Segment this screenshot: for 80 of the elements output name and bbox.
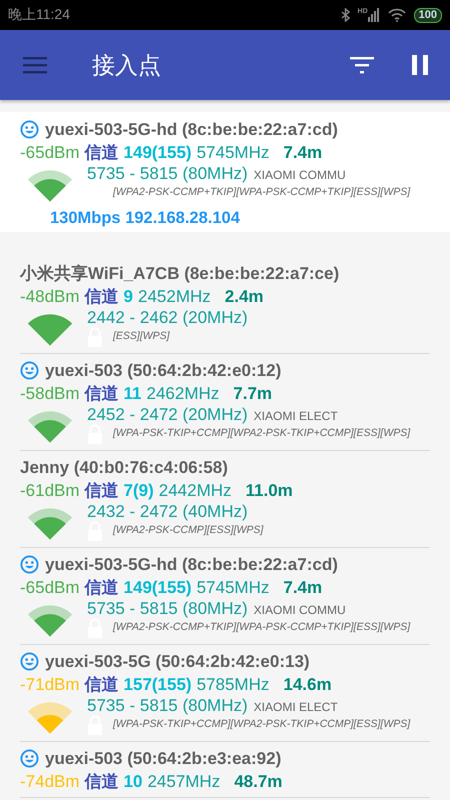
distance: 11.0m <box>246 480 293 500</box>
signal-strength: -65dBm <box>20 142 80 162</box>
signal-icon <box>368 8 380 22</box>
network-name: Jenny (40:b0:76:c4:06:58) <box>20 458 228 478</box>
access-point-row[interactable]: Jenny (40:b0:76:c4:06:58) -61dBm 信道 7(9) 2442MHz 11.0m 2432 - 2472 (40MHz) [WPA2-PSK-CCMP][ESS][WPS] <box>20 451 430 548</box>
security-capabilities: [WPA2-PSK-CCMP][ESS][WPS] <box>113 524 264 536</box>
vendor-name: XIAOMI COMMU <box>254 168 346 182</box>
distance: 2.4m <box>224 286 264 306</box>
frequency: 2452MHz <box>138 286 211 306</box>
vendor-name: XIAOMI COMMU <box>254 603 346 617</box>
signal-strength: -61dBm <box>20 480 80 500</box>
security-capabilities: [ESS][WPS] <box>113 330 170 342</box>
channel-number: 157(155) <box>124 674 192 694</box>
wifi-signal-icon <box>28 312 72 348</box>
vendor-name: XIAOMI ELECT <box>254 700 338 714</box>
signal-strength: -71dBm <box>20 674 80 694</box>
frequency: 5745MHz <box>196 142 270 162</box>
channel-number: 11 <box>124 384 142 404</box>
wifi-signal-icon <box>28 409 72 445</box>
frequency-range: 2442 - 2462 (20MHz) <box>87 308 248 328</box>
channel-label: 信道 <box>84 577 119 599</box>
access-point-row[interactable]: yuexi-503 (50:64:2b:e3:ea:92) -74dBm 信道 10 2457MHz 48.7m <box>20 742 430 798</box>
channel-number: 149(155) <box>124 578 192 598</box>
access-point-row[interactable]: yuexi-503-5G-hd (8c:be:be:22:a7:cd) -65dBm 信道 149(155) 5745MHz 7.4m 5735 - 5815 (80MHz) XIAOMI COMMU [WPA2-PSK-CCMP+TKIP][WPA-PSK-CCMP+TKIP][ESS][WPS] 130Mbps 192.168.28.104 <box>0 112 450 232</box>
wifi-signal-icon <box>28 603 72 639</box>
distance: 48.7m <box>234 772 282 792</box>
wifi-signal-icon <box>28 506 72 542</box>
channel-label: 信道 <box>84 674 119 696</box>
network-name: yuexi-503 (50:64:2b:e3:ea:92) <box>45 748 282 768</box>
access-point-row[interactable]: 小米共享WiFi_A7CB (8e:be:be:22:a7:ce) -48dBm 信道 9 2452MHz 2.4m 2442 - 2462 (20MHz) [ESS][WPS] <box>20 257 430 354</box>
frequency: 5785MHz <box>196 674 270 694</box>
frequency: 2457MHz <box>147 772 220 792</box>
channel-number: 149(155) <box>124 142 192 162</box>
channel-label: 信道 <box>84 142 119 164</box>
frequency: 5745MHz <box>196 578 270 598</box>
distance: 14.6m <box>283 674 332 694</box>
security-capabilities: [WPA-PSK-TKIP+CCMP][WPA2-PSK-TKIP+CCMP][ESS][WPS] <box>113 427 410 439</box>
channel-number: 9 <box>124 286 133 306</box>
distance: 7.4m <box>283 578 322 598</box>
channel-label: 信道 <box>84 383 119 405</box>
security-capabilities: [WPA2-PSK-CCMP+TKIP][WPA-PSK-CCMP+TKIP][ESS][WPS] <box>113 621 410 633</box>
wifi-icon <box>388 8 406 22</box>
security-capabilities: [WPA-PSK-TKIP+CCMP][WPA2-PSK-TKIP+CCMP][ESS][WPS] <box>113 718 410 730</box>
signal-strength: -74dBm <box>20 772 80 792</box>
network-name: yuexi-503-5G-hd (8c:be:be:22:a7:cd) <box>45 554 338 574</box>
channel-label: 信道 <box>84 286 119 308</box>
pause-button[interactable] <box>412 55 428 75</box>
channel-number: 7(9) <box>124 480 154 500</box>
frequency: 2442MHz <box>158 480 232 500</box>
screen-title: 接入点 <box>92 50 162 80</box>
security-capabilities: [WPA2-PSK-CCMP+TKIP][WPA-PSK-CCMP+TKIP][ESS][WPS] <box>113 186 410 198</box>
network-name: yuexi-503 (50:64:2b:42:e0:12) <box>45 360 282 380</box>
network-name: yuexi-503-5G-hd (8c:be:be:22:a7:cd) <box>45 120 338 140</box>
frequency-range: 5735 - 5815 (80MHz) <box>87 599 248 619</box>
access-point-row[interactable]: yuexi-503-5G-hd (8c:be:be:22:a7:cd) -65dBm 信道 149(155) 5745MHz 7.4m 5735 - 5815 (80MHz) XIAOMI COMMU [WPA2-PSK-CCMP+TKIP][WPA-PSK-CCMP+TKIP][ESS][WPS] <box>20 548 430 645</box>
frequency-range: 5735 - 5815 (80MHz) <box>87 164 248 184</box>
signal-strength: -48dBm <box>20 286 80 306</box>
bluetooth-icon <box>340 8 350 22</box>
frequency: 2462MHz <box>146 384 220 404</box>
frequency-range: 2452 - 2472 (20MHz) <box>87 405 248 425</box>
signal-strength: -58dBm <box>20 384 80 404</box>
network-name: yuexi-503-5G (50:64:2b:42:e0:13) <box>45 652 310 672</box>
filter-button[interactable] <box>350 56 374 74</box>
channel-number: 10 <box>124 772 142 792</box>
network-name: 小米共享WiFi_A7CB (8e:be:be:22:a7:ce) <box>20 263 340 285</box>
wifi-signal-icon <box>28 168 72 204</box>
channel-label: 信道 <box>84 771 119 793</box>
status-time: 晚上11:24 <box>8 6 71 24</box>
battery-level: 100 <box>414 8 442 22</box>
frequency-range: 5735 - 5815 (80MHz) <box>87 696 248 716</box>
channel-label: 信道 <box>84 480 119 502</box>
access-point-row[interactable]: yuexi-503-5G (50:64:2b:42:e0:13) -71dBm 信道 157(155) 5785MHz 14.6m 5735 - 5815 (80MHz) XIAOMI ELECT [WPA-PSK-TKIP+CCMP][WPA2-PSK-TKIP+CCMP][ESS][WPS] <box>20 645 430 742</box>
signal-strength: -65dBm <box>20 578 80 598</box>
link-info: 130Mbps 192.168.28.104 <box>50 209 240 228</box>
access-point-row[interactable]: yuexi-503 (50:64:2b:42:e0:12) -58dBm 信道 11 2462MHz 7.7m 2452 - 2472 (20MHz) XIAOMI ELECT [WPA-PSK-TKIP+CCMP][WPA2-PSK-TKIP+CCMP][ESS][WPS] <box>20 354 430 451</box>
frequency-range: 2432 - 2472 (40MHz) <box>87 502 248 522</box>
wifi-signal-icon <box>28 700 72 736</box>
distance: 7.7m <box>233 384 272 404</box>
distance: 7.4m <box>283 142 322 162</box>
vendor-name: XIAOMI ELECT <box>254 409 338 423</box>
